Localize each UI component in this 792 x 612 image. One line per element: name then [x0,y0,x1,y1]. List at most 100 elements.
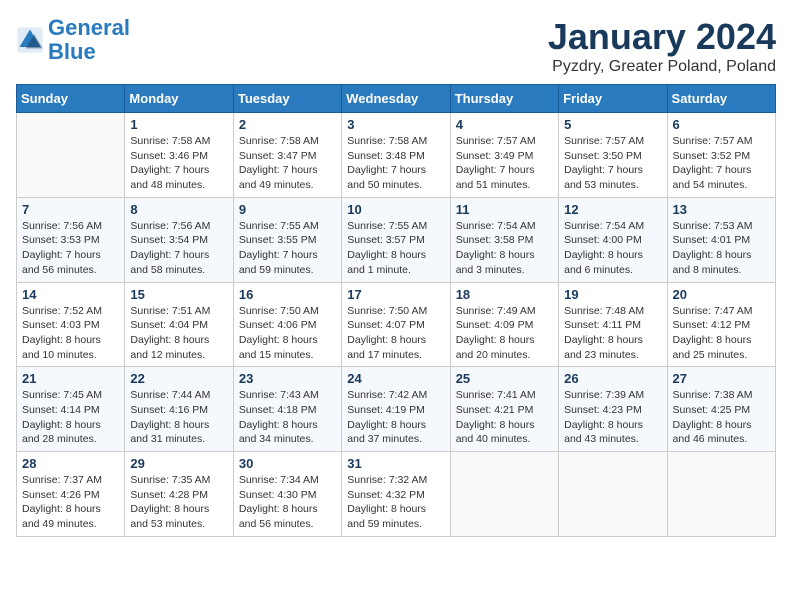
day-number: 19 [564,287,661,302]
calendar-cell: 1 Sunrise: 7:58 AMSunset: 3:46 PMDaylight… [125,113,233,198]
day-number: 15 [130,287,227,302]
day-info: Sunrise: 7:47 AMSunset: 4:12 PMDaylight:… [673,304,770,363]
day-number: 11 [456,202,553,217]
calendar-cell: 24 Sunrise: 7:42 AMSunset: 4:19 PMDayligh… [342,367,450,452]
day-info: Sunrise: 7:37 AMSunset: 4:26 PMDaylight:… [22,473,119,532]
calendar-cell [667,452,775,537]
day-number: 18 [456,287,553,302]
day-info: Sunrise: 7:57 AMSunset: 3:52 PMDaylight:… [673,134,770,193]
day-info: Sunrise: 7:57 AMSunset: 3:50 PMDaylight:… [564,134,661,193]
day-info: Sunrise: 7:41 AMSunset: 4:21 PMDaylight:… [456,388,553,447]
day-info: Sunrise: 7:42 AMSunset: 4:19 PMDaylight:… [347,388,444,447]
day-info: Sunrise: 7:38 AMSunset: 4:25 PMDaylight:… [673,388,770,447]
day-number: 9 [239,202,336,217]
calendar-cell: 21 Sunrise: 7:45 AMSunset: 4:14 PMDayligh… [17,367,125,452]
calendar-cell: 16 Sunrise: 7:50 AMSunset: 4:06 PMDayligh… [233,282,341,367]
weekday-header: Sunday [17,85,125,113]
calendar-cell: 15 Sunrise: 7:51 AMSunset: 4:04 PMDayligh… [125,282,233,367]
day-number: 6 [673,117,770,132]
day-info: Sunrise: 7:58 AMSunset: 3:46 PMDaylight:… [130,134,227,193]
day-number: 21 [22,371,119,386]
weekday-header: Tuesday [233,85,341,113]
day-info: Sunrise: 7:56 AMSunset: 3:54 PMDaylight:… [130,219,227,278]
day-number: 28 [22,456,119,471]
day-number: 25 [456,371,553,386]
day-info: Sunrise: 7:45 AMSunset: 4:14 PMDaylight:… [22,388,119,447]
day-info: Sunrise: 7:32 AMSunset: 4:32 PMDaylight:… [347,473,444,532]
logo-blue: Blue [48,39,96,64]
day-number: 20 [673,287,770,302]
calendar-cell: 6 Sunrise: 7:57 AMSunset: 3:52 PMDaylight… [667,113,775,198]
calendar-cell: 7 Sunrise: 7:56 AMSunset: 3:53 PMDaylight… [17,197,125,282]
calendar-cell [450,452,558,537]
calendar-week-row: 28 Sunrise: 7:37 AMSunset: 4:26 PMDayligh… [17,452,776,537]
calendar-cell [17,113,125,198]
calendar-cell: 31 Sunrise: 7:32 AMSunset: 4:32 PMDayligh… [342,452,450,537]
day-info: Sunrise: 7:58 AMSunset: 3:48 PMDaylight:… [347,134,444,193]
day-number: 8 [130,202,227,217]
day-info: Sunrise: 7:49 AMSunset: 4:09 PMDaylight:… [456,304,553,363]
calendar-cell: 19Sunrise: 7:48 AMSunset: 4:11 PMDayligh… [559,282,667,367]
day-number: 1 [130,117,227,132]
day-info: Sunrise: 7:51 AMSunset: 4:04 PMDaylight:… [130,304,227,363]
day-number: 22 [130,371,227,386]
calendar-cell: 28 Sunrise: 7:37 AMSunset: 4:26 PMDayligh… [17,452,125,537]
day-number: 2 [239,117,336,132]
calendar-cell: 4Sunrise: 7:57 AMSunset: 3:49 PMDaylight… [450,113,558,198]
calendar-cell: 25 Sunrise: 7:41 AMSunset: 4:21 PMDayligh… [450,367,558,452]
calendar-cell: 3Sunrise: 7:58 AMSunset: 3:48 PMDaylight… [342,113,450,198]
calendar-cell: 9 Sunrise: 7:55 AMSunset: 3:55 PMDaylight… [233,197,341,282]
day-info: Sunrise: 7:55 AMSunset: 3:57 PMDaylight:… [347,219,444,278]
day-number: 23 [239,371,336,386]
day-number: 12 [564,202,661,217]
logo-icon [16,26,44,54]
calendar-cell: 18 Sunrise: 7:49 AMSunset: 4:09 PMDayligh… [450,282,558,367]
weekday-header: Wednesday [342,85,450,113]
day-info: Sunrise: 7:34 AMSunset: 4:30 PMDaylight:… [239,473,336,532]
day-info: Sunrise: 7:43 AMSunset: 4:18 PMDaylight:… [239,388,336,447]
calendar-cell: 30 Sunrise: 7:34 AMSunset: 4:30 PMDayligh… [233,452,341,537]
calendar-cell: 12 Sunrise: 7:54 AMSunset: 4:00 PMDayligh… [559,197,667,282]
day-info: Sunrise: 7:55 AMSunset: 3:55 PMDaylight:… [239,219,336,278]
day-info: Sunrise: 7:50 AMSunset: 4:07 PMDaylight:… [347,304,444,363]
header: General Blue January 2024 Pyzdry, Greate… [16,16,776,76]
calendar-cell: 14Sunrise: 7:52 AMSunset: 4:03 PMDayligh… [17,282,125,367]
weekday-header: Thursday [450,85,558,113]
day-number: 29 [130,456,227,471]
logo-text: General Blue [48,16,130,64]
calendar-cell: 23 Sunrise: 7:43 AMSunset: 4:18 PMDayligh… [233,367,341,452]
day-info: Sunrise: 7:50 AMSunset: 4:06 PMDaylight:… [239,304,336,363]
weekday-header-row: SundayMondayTuesdayWednesdayThursdayFrid… [17,85,776,113]
calendar-cell: 17 Sunrise: 7:50 AMSunset: 4:07 PMDayligh… [342,282,450,367]
logo: General Blue [16,16,130,64]
day-number: 27 [673,371,770,386]
day-number: 5 [564,117,661,132]
day-info: Sunrise: 7:56 AMSunset: 3:53 PMDaylight:… [22,219,119,278]
subtitle: Pyzdry, Greater Poland, Poland [548,58,776,76]
day-number: 16 [239,287,336,302]
calendar-cell: 8 Sunrise: 7:56 AMSunset: 3:54 PMDaylight… [125,197,233,282]
day-number: 31 [347,456,444,471]
day-number: 24 [347,371,444,386]
calendar-cell: 2Sunrise: 7:58 AMSunset: 3:47 PMDaylight… [233,113,341,198]
day-info: Sunrise: 7:44 AMSunset: 4:16 PMDaylight:… [130,388,227,447]
logo-general: General [48,15,130,40]
calendar-cell: 27 Sunrise: 7:38 AMSunset: 4:25 PMDayligh… [667,367,775,452]
day-number: 26 [564,371,661,386]
weekday-header: Friday [559,85,667,113]
calendar-cell: 20 Sunrise: 7:47 AMSunset: 4:12 PMDayligh… [667,282,775,367]
calendar-cell: 22 Sunrise: 7:44 AMSunset: 4:16 PMDayligh… [125,367,233,452]
calendar-cell: 29Sunrise: 7:35 AMSunset: 4:28 PMDayligh… [125,452,233,537]
weekday-header: Saturday [667,85,775,113]
day-number: 17 [347,287,444,302]
day-info: Sunrise: 7:54 AMSunset: 4:00 PMDaylight:… [564,219,661,278]
day-info: Sunrise: 7:53 AMSunset: 4:01 PMDaylight:… [673,219,770,278]
day-info: Sunrise: 7:57 AMSunset: 3:49 PMDaylight:… [456,134,553,193]
day-number: 13 [673,202,770,217]
title-area: January 2024 Pyzdry, Greater Poland, Pol… [548,16,776,76]
calendar: SundayMondayTuesdayWednesdayThursdayFrid… [16,84,776,537]
day-number: 7 [22,202,119,217]
day-number: 30 [239,456,336,471]
calendar-week-row: 1 Sunrise: 7:58 AMSunset: 3:46 PMDaylight… [17,113,776,198]
calendar-cell: 11Sunrise: 7:54 AMSunset: 3:58 PMDayligh… [450,197,558,282]
